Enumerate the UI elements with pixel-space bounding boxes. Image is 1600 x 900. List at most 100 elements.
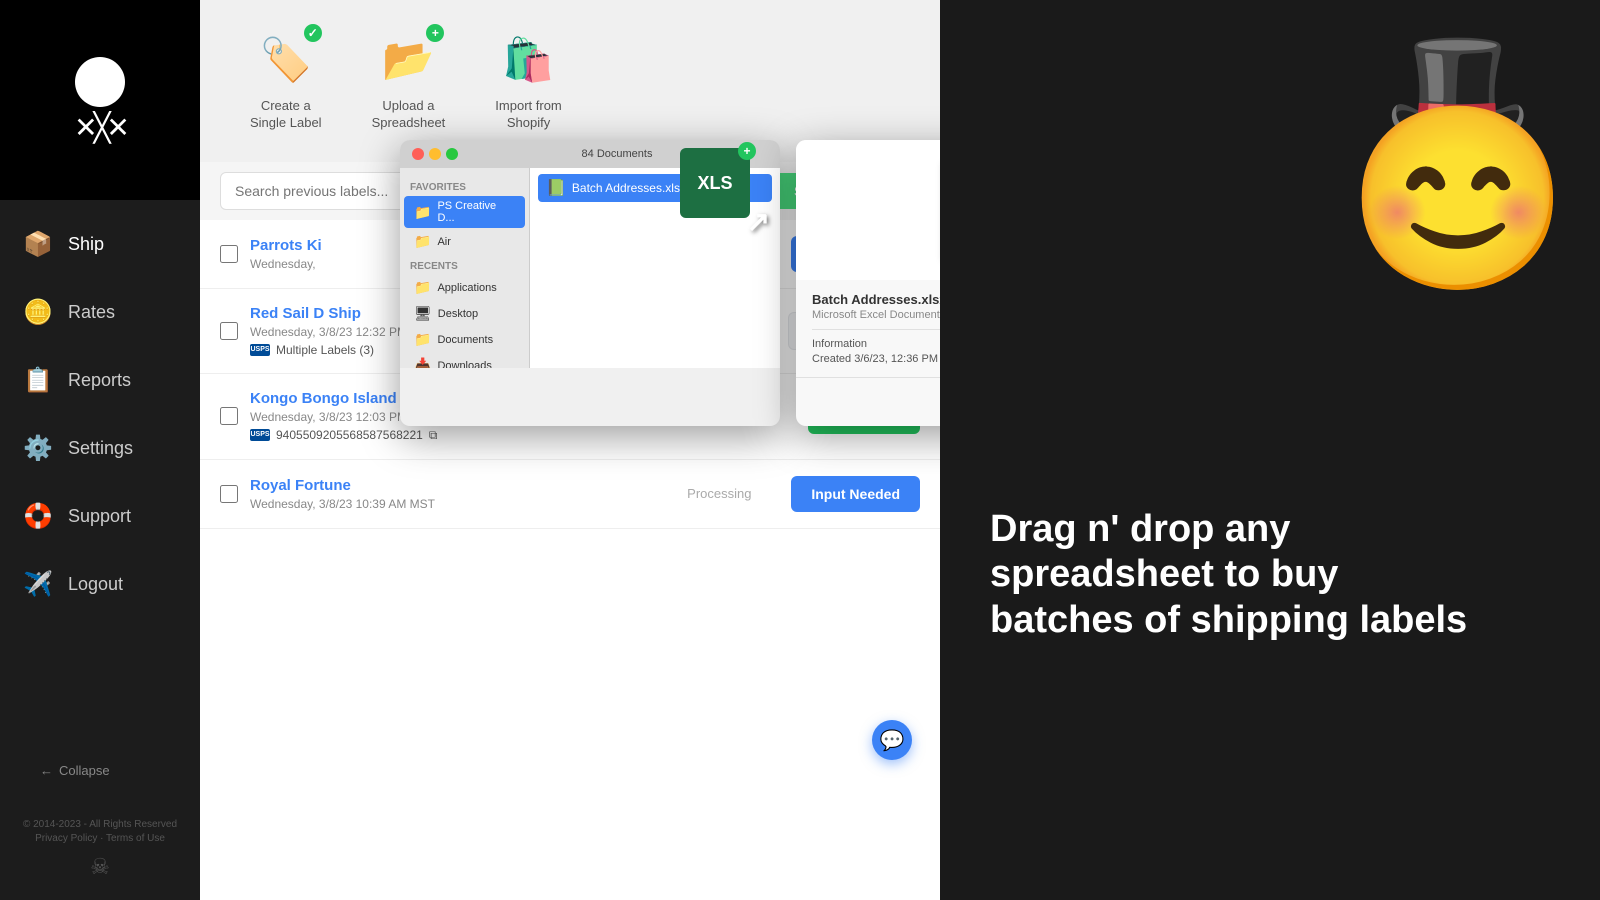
promo-text-content: Drag n' drop any spreadsheet to buy batc… [990,508,1467,641]
footer-skull-icon: ☠ [20,854,180,880]
sidebar-label-support: Support [68,506,131,527]
action-buttons-row: 🏷️ ✓ Create a Single Label 📂 + Upload a … [200,0,940,162]
file-preview-info-section: Information Show More Created 3/6/23, 12… [812,329,940,365]
skull-head-icon [75,57,125,107]
sidebar-item-settings[interactable]: ⚙️ Settings [0,414,200,482]
main-content: 🏷️ ✓ Create a Single Label 📂 + Upload a … [200,0,940,900]
upload-spreadsheet-button[interactable]: 📂 + Upload a Spreadsheet [362,20,456,142]
sidebar-footer: © 2014-2023 - All Rights Reserved Privac… [0,798,200,900]
selected-filename: Batch Addresses.xlsx [572,181,686,195]
sidebar-nav: 📦 Ship 🪙 Rates 📋 Reports ⚙️ Settings 🛟 S… [0,200,200,743]
promo-illustration: 🎩 😊 [1346,30,1570,290]
mac-sidebar-panel: Favorites 📁 PS Creative D... 📁 Air Recen… [400,168,530,368]
dragged-xls-icon: XLS + ↗ [680,148,750,218]
sidebar-item-ship[interactable]: 📦 Ship [0,210,200,278]
chat-icon: 💬 [880,728,905,753]
logout-icon: ✈️ [20,566,56,602]
sidebar-logo: ✕╳✕ [0,0,200,200]
cursor-icon: ↗ [747,205,770,238]
sidebar-label-logout: Logout [68,574,123,595]
sidebar-label-rates: Rates [68,302,115,323]
folder-icon: 📁 [414,204,431,221]
preview-filetype: Microsoft Excel Document · 166 KB [812,309,940,321]
collapse-label: Collapse [59,763,110,778]
input-needed-button-4[interactable]: Input Needed [791,476,920,512]
badge-checkmark-icon: ✓ [304,24,322,42]
info-label: Information [812,338,867,350]
settings-icon: ⚙️ [20,430,56,466]
file-preview-icon-area: XLSX ≡ [796,140,940,280]
upload-spreadsheet-icon: 📂 + [378,30,438,90]
shipment-date-4: Wednesday, 3/8/23 10:39 AM MST [250,497,647,511]
sidebar: ✕╳✕ 📦 Ship 🪙 Rates 📋 Reports ⚙️ Settings… [0,0,200,900]
shipment-name-4[interactable]: Royal Fortune [250,477,647,494]
sidebar-item-rates[interactable]: 🪙 Rates [0,278,200,346]
copy-icon-3[interactable]: ⧉ [429,428,438,443]
create-single-icon: 🏷️ ✓ [256,30,316,90]
reports-icon: 📋 [20,362,56,398]
support-icon: 🛟 [20,498,56,534]
xls-label: XLS [697,173,732,194]
mac-sidebar-applications[interactable]: 📁 Applications [404,275,525,300]
shipment-checkbox-2[interactable] [220,322,238,340]
dragged-file: XLS + ↗ [680,148,750,218]
sidebar-item-support[interactable]: 🛟 Support [0,482,200,550]
mac-window-controls [412,148,458,160]
shipment-checkbox-1[interactable] [220,245,238,263]
xls-badge-icon: + [738,142,756,160]
logo-skull: ✕╳✕ [74,57,126,144]
file-preview-panel: XLSX ≡ [796,140,940,426]
chat-bubble-button[interactable]: 💬 [872,720,912,760]
mac-minimize-dot[interactable] [429,148,441,160]
mac-sidebar-documents[interactable]: 📁 Documents [404,327,525,352]
created-date: 3/6/23, 12:36 PM [854,353,938,365]
import-shopify-label: Import from Shopify [495,98,561,132]
import-shopify-icon: 🛍️ [499,30,559,90]
crossbones-icon: ✕╳✕ [74,111,126,144]
collapse-button[interactable]: ← Collapse [20,753,180,788]
usps-icon-3: USPS [250,429,270,441]
mac-close-dot[interactable] [412,148,424,160]
copyright-text: © 2014-2023 - All Rights Reserved Privac… [20,818,180,846]
shipment-status-4: Processing [659,486,779,501]
sidebar-label-settings: Settings [68,438,133,459]
favorites-section-label: Favorites [400,176,529,195]
folder-icon-documents: 📁 [414,331,431,348]
smiley-emoji: 😊 [1346,110,1570,290]
created-label: Created [812,353,851,365]
shipment-checkbox-4[interactable] [220,485,238,503]
file-picker-overlay: 84 Documents Favorites 📁 PS Creative D..… [400,140,940,426]
create-single-label: Create a Single Label [250,98,322,132]
folder-icon-desktop: 🖥 [414,305,432,322]
folder-icon-applications: 📁 [414,279,431,296]
created-date-row: Created 3/6/23, 12:36 PM [812,353,940,365]
selected-file-icon: 📗 [546,178,566,198]
mac-sidebar-air[interactable]: 📁 Air [404,229,525,254]
sidebar-label-reports: Reports [68,370,131,391]
folder-icon-downloads: 📥 [414,357,431,368]
collapse-arrow-icon: ← [40,763,53,778]
file-preview-info: Batch Addresses.xlsx Microsoft Excel Doc… [796,280,940,377]
sidebar-item-reports[interactable]: 📋 Reports [0,346,200,414]
right-panel: 🎩 😊 Drag n' drop any spreadsheet to buy … [940,0,1600,900]
promo-text: Drag n' drop any spreadsheet to buy batc… [990,507,1490,644]
import-shopify-button[interactable]: 🛍️ Import from Shopify [485,20,571,142]
create-single-label-button[interactable]: 🏷️ ✓ Create a Single Label [240,20,332,142]
mac-maximize-dot[interactable] [446,148,458,160]
shipment-checkbox-3[interactable] [220,407,238,425]
hat-emoji-area: 🎩 😊 [1346,30,1570,290]
sidebar-item-logout[interactable]: ✈️ Logout [0,550,200,618]
mac-sidebar-desktop[interactable]: 🖥 Desktop [404,301,525,326]
ship-icon: 📦 [20,226,56,262]
file-info-row: Information Show More [812,338,940,350]
preview-filename: Batch Addresses.xlsx [812,292,940,307]
table-row: Royal Fortune Wednesday, 3/8/23 10:39 AM… [200,460,940,529]
upload-spreadsheet-label: Upload a Spreadsheet [372,98,446,132]
mac-sidebar-ps-creative[interactable]: 📁 PS Creative D... [404,196,525,228]
tracking-number-3: 9405509205568587568221 [276,428,423,442]
shipment-tracking-3: USPS 9405509205568587568221 ⧉ [250,428,664,443]
sidebar-label-ship: Ship [68,234,104,255]
folder-icon-air: 📁 [414,233,431,250]
mac-sidebar-downloads[interactable]: 📥 Downloads [404,353,525,368]
badge-plus-icon: + [426,24,444,42]
